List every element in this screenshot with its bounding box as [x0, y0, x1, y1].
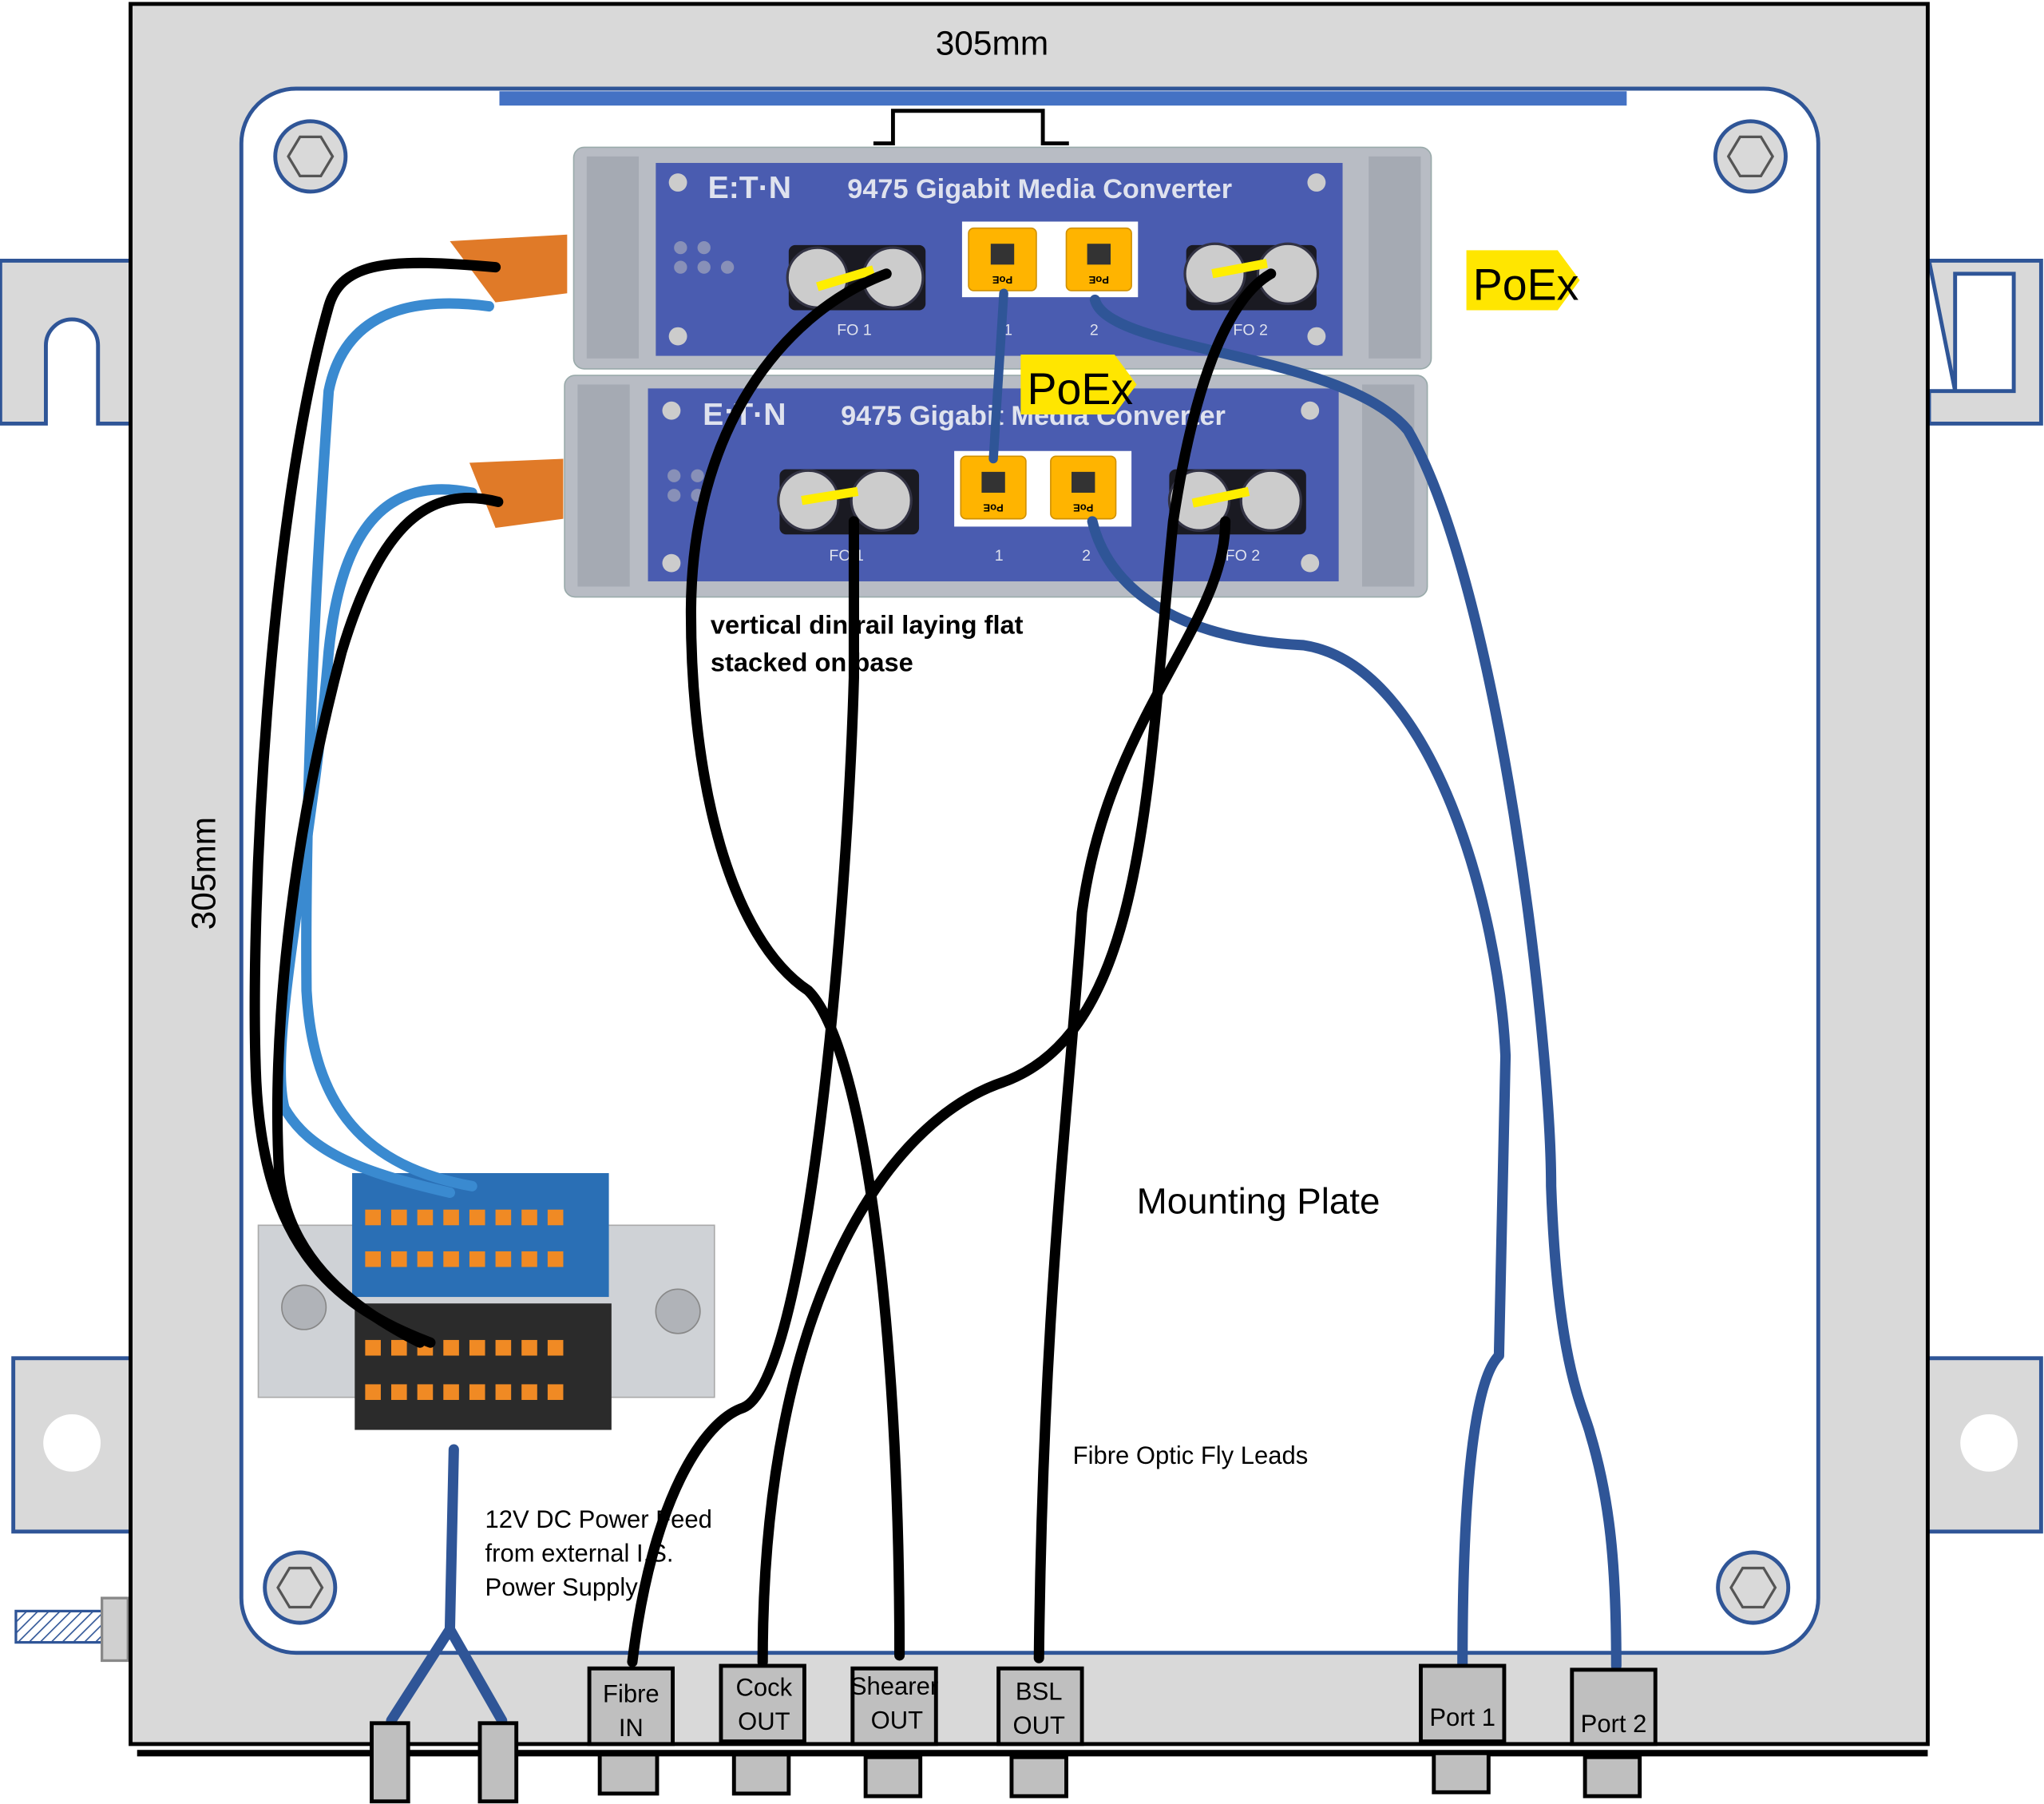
gland-fibre-in: Fibre IN	[587, 1666, 675, 1796]
bracket-hole	[1960, 1413, 2018, 1472]
screw-icon	[668, 173, 687, 192]
screw-icon	[655, 1288, 701, 1334]
hinge-screw-head	[101, 1596, 129, 1663]
gland-label: OUT	[871, 1706, 924, 1734]
terminal-block-blue	[352, 1173, 609, 1298]
screw-icon	[662, 401, 681, 420]
gland-label: OUT	[738, 1707, 790, 1735]
screw-icon	[1301, 401, 1320, 420]
screw-icon	[668, 327, 687, 346]
fly-leads-label: Fibre Optic Fly Leads	[1073, 1441, 1309, 1469]
media-converter-bottom: E:T·N 9475 Gigabit Media Converter PoE P…	[469, 375, 1428, 598]
eaton-logo: E:T·N	[708, 171, 791, 205]
port2-label: 2	[1090, 321, 1099, 339]
poe-label: PoE	[992, 274, 1013, 286]
screw-icon	[1301, 553, 1320, 573]
poe-label: PoE	[1088, 274, 1109, 286]
gland-label: BSL	[1016, 1677, 1063, 1705]
screw-icon	[1307, 173, 1326, 192]
enclosure-diagram: 305mm 305mm E:T·N 9475 Gigabit Media Con…	[0, 2, 2043, 1804]
power-note-line3: Power Supply	[485, 1573, 639, 1601]
power-note-line1: 12V DC Power Feed	[485, 1505, 712, 1533]
screw-icon	[1307, 327, 1326, 346]
din-rail-note-line1: vertical din rail laying flat	[711, 609, 1024, 639]
converter-title: 9475 Gigabit Media Converter	[847, 174, 1232, 204]
gland-port-1: Port 1	[1419, 1663, 1507, 1794]
bracket-top-left	[0, 258, 133, 426]
gland-label: Shearer	[850, 1672, 938, 1700]
din-rail-note-line2: stacked on base	[711, 648, 913, 677]
fo1-label: FO 1	[837, 321, 872, 339]
hex-screw-icon	[263, 1550, 338, 1625]
gland-shearer-out: Shearer OUT	[850, 1666, 938, 1798]
power-gland	[477, 1721, 519, 1804]
power-gland	[370, 1721, 410, 1804]
hex-screw-icon	[1716, 1550, 1791, 1625]
fo2-label: FO 2	[1226, 547, 1261, 565]
poex-logo: PoEx	[1020, 354, 1137, 415]
gland-port-2: Port 2	[1570, 1667, 1658, 1798]
hex-screw-icon	[1713, 119, 1788, 194]
bracket-hole	[43, 1413, 101, 1472]
port1-label: 1	[995, 547, 1004, 565]
poe-label: PoE	[983, 502, 1004, 514]
gland-label: Port 1	[1429, 1703, 1495, 1731]
height-dimension: 305mm	[185, 817, 223, 930]
poex-logo: PoEx	[1466, 250, 1580, 311]
poe-label: PoE	[1073, 502, 1094, 514]
gland-label: IN	[619, 1714, 644, 1742]
gland-label: Cock	[735, 1674, 792, 1702]
gland-label: OUT	[1013, 1711, 1066, 1739]
fo2-label: FO 2	[1233, 321, 1268, 339]
bracket-top-right	[1927, 258, 2043, 426]
width-dimension: 305mm	[936, 25, 1048, 62]
top-rail-bar	[499, 91, 1627, 106]
hinge-screw	[14, 1609, 106, 1644]
poex-logo-text: PoEx	[1473, 260, 1579, 309]
mounting-plate-label: Mounting Plate	[1137, 1181, 1380, 1222]
gland-label: Port 2	[1581, 1710, 1647, 1738]
poex-logo-text: PoEx	[1028, 364, 1134, 414]
screw-icon	[281, 1284, 327, 1330]
port2-label: 2	[1082, 547, 1091, 565]
hex-screw-icon	[273, 119, 348, 194]
screw-icon	[662, 553, 681, 573]
gland-bsl-out: BSL OUT	[996, 1666, 1084, 1798]
gland-cock-out: Cock OUT	[719, 1663, 806, 1796]
media-converter-top: E:T·N 9475 Gigabit Media Converter PoE P…	[450, 146, 1432, 370]
gland-label: Fibre	[603, 1680, 660, 1708]
